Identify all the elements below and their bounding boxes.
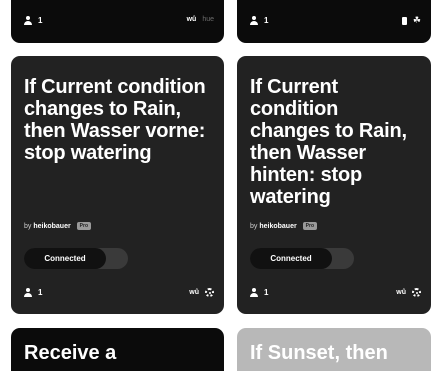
applet-title: If Sunset, then bbox=[250, 342, 388, 364]
service-icons: wû hue bbox=[187, 16, 214, 23]
pro-badge: Pro bbox=[302, 222, 318, 230]
byline-prefix: by bbox=[250, 223, 258, 230]
hue-service-icon: hue bbox=[202, 16, 214, 23]
applet-title: If Current condition changes to Rain, th… bbox=[250, 76, 407, 208]
applet-card-top-right[interactable]: 1 ☘ bbox=[237, 0, 431, 43]
connected-label: Connected bbox=[24, 248, 106, 269]
share-icon: ☘ bbox=[412, 15, 421, 25]
weather-service-icon: wû bbox=[396, 289, 406, 296]
applet-byline: by heikobauer Pro bbox=[24, 222, 92, 230]
service-icons: wû bbox=[189, 288, 214, 297]
pro-badge: Pro bbox=[76, 222, 92, 230]
card-footer: 1 wû bbox=[250, 288, 421, 300]
person-icon bbox=[24, 288, 32, 297]
weather-service-icon: wû bbox=[189, 289, 199, 296]
users-count: 1 bbox=[24, 16, 42, 25]
applet-card-bottom-left[interactable]: Receive a bbox=[11, 328, 224, 371]
users-count-value: 1 bbox=[264, 16, 269, 25]
users-count: 1 bbox=[250, 16, 268, 25]
person-icon bbox=[24, 16, 32, 25]
service-icons: wû bbox=[396, 288, 421, 297]
service-icons: ☘ bbox=[401, 15, 421, 25]
person-icon bbox=[250, 288, 258, 297]
phone-icon bbox=[401, 16, 407, 25]
card-footer: 1 wû bbox=[24, 288, 214, 300]
applet-byline: by heikobauer Pro bbox=[250, 222, 318, 230]
users-count-value: 1 bbox=[38, 288, 43, 297]
applet-title: Receive a bbox=[24, 342, 117, 364]
connected-toggle[interactable]: Connected bbox=[250, 248, 354, 269]
author-name[interactable]: heikobauer bbox=[33, 223, 70, 230]
author-name[interactable]: heikobauer bbox=[259, 223, 296, 230]
applet-card-bottom-right[interactable]: If Sunset, then bbox=[237, 328, 431, 371]
gear-icon bbox=[205, 288, 214, 297]
byline-prefix: by bbox=[24, 223, 32, 230]
users-count: 1 bbox=[24, 288, 42, 297]
applet-card-wasser-hinten[interactable]: If Current condition changes to Rain, th… bbox=[237, 56, 431, 314]
applet-card-wasser-vorne[interactable]: If Current condition changes to Rain, th… bbox=[11, 56, 224, 314]
weather-service-icon: wû bbox=[186, 16, 197, 23]
person-icon bbox=[250, 16, 258, 25]
card-footer: 1 ☘ bbox=[250, 16, 421, 28]
applet-card-top-left[interactable]: 1 wû hue bbox=[11, 0, 224, 43]
card-footer: 1 wû hue bbox=[24, 16, 214, 28]
gear-icon bbox=[412, 288, 421, 297]
applet-title: If Current condition changes to Rain, th… bbox=[24, 76, 206, 164]
applet-grid: 1 wû hue 1 ☘ If Current condition change… bbox=[0, 0, 441, 371]
connected-label: Connected bbox=[250, 248, 332, 269]
connected-toggle[interactable]: Connected bbox=[24, 248, 128, 269]
users-count-value: 1 bbox=[264, 288, 269, 297]
users-count: 1 bbox=[250, 288, 268, 297]
users-count-value: 1 bbox=[38, 16, 43, 25]
